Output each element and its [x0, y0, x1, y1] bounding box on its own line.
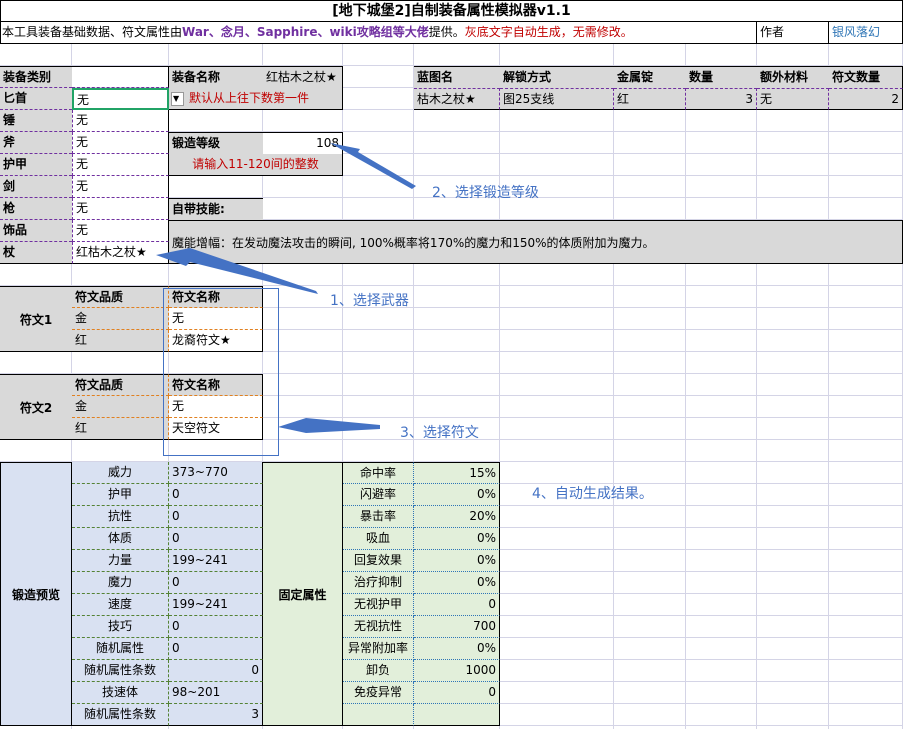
arrow-icon [330, 143, 416, 189]
spreadsheet: [地下城堡2]自制装备属性模拟器v1.1 本工具装备基础数据、符文属性由War、念… [0, 0, 905, 729]
arrow-icon [278, 418, 380, 433]
annotation-arrows [156, 143, 416, 433]
arrow-icon [156, 248, 318, 294]
